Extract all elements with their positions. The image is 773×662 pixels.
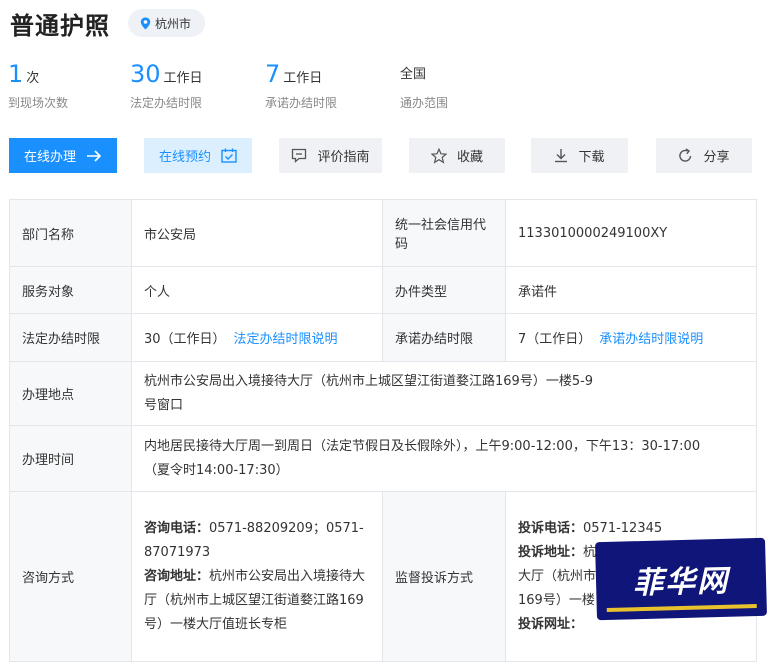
stat-promise-limit-unit: 工作日 <box>283 71 323 86</box>
case-type-value: 承诺件 <box>505 266 757 314</box>
download-button[interactable]: 下载 <box>531 138 628 173</box>
share-icon <box>679 148 692 162</box>
stat-visits-label: 到现场次数 <box>8 96 69 110</box>
rating-guide-button[interactable]: 评价指南 <box>279 138 382 173</box>
stat-promise-limit: 7 工作日 承诺办结时限 <box>265 60 337 111</box>
comment-icon <box>292 148 307 163</box>
page-title: 普通护照 <box>10 11 110 40</box>
table-row: 部门名称 市公安局 统一社会信用代码 1133010000249100XY <box>9 199 757 267</box>
table-row: 办理地点 杭州市公安局出入境接待大厅（杭州市上城区望江街道婺江路169号）一楼5… <box>9 361 757 426</box>
table-row: 办理时间 内地居民接待大厅周一到周日（法定节假日及长假除外），上午9:00-12… <box>9 425 757 492</box>
address-label: 办理地点 <box>9 361 132 426</box>
consult-phone-label: 咨询电话： <box>144 520 210 536</box>
promise-limit-label: 承诺办结时限 <box>382 313 506 362</box>
location-pin-icon <box>140 17 151 29</box>
stat-legal-limit-label: 法定办结时限 <box>130 96 203 110</box>
complaint-address-line3: 169号）一楼 <box>518 592 595 608</box>
complaint-address-value: 杭 <box>583 544 597 560</box>
address-value: 杭州市公安局出入境接待大厅（杭州市上城区望江街道婺江路169号）一楼5-9号窗口 <box>131 361 757 426</box>
stat-visits-value: 1 <box>8 60 24 88</box>
complaint-address-label: 投诉地址： <box>518 544 584 560</box>
stat-legal-limit: 30 工作日 法定办结时限 <box>130 60 203 111</box>
stats-row: 1 次 到现场次数 30 工作日 法定办结时限 7 工作日 承诺办结时限 全国 … <box>8 60 768 120</box>
legal-limit-cell: 30（工作日） 法定办结时限说明 <box>131 313 383 362</box>
table-row: 服务对象 个人 办件类型 承诺件 <box>9 266 757 314</box>
dept-value: 市公安局 <box>131 199 383 267</box>
calendar-check-icon <box>221 148 237 163</box>
consult-cell: 咨询电话：0571-88209209；0571-87071973 咨询地址：杭州… <box>131 491 383 662</box>
title-row: 普通护照 杭州市 <box>10 6 206 40</box>
table-row: 法定办结时限 30（工作日） 法定办结时限说明 承诺办结时限 7（工作日） 承诺办结… <box>9 313 757 362</box>
online-apply-label: 在线办理 <box>23 150 76 165</box>
rating-guide-label: 评价指南 <box>317 150 370 165</box>
watermark-logo: 菲华网 <box>595 537 767 621</box>
promise-limit-value: 7（工作日） <box>518 332 592 347</box>
promise-limit-link[interactable]: 承诺办结时限说明 <box>599 332 703 347</box>
hours-value: 内地居民接待大厅周一到周日（法定节假日及长假除外），上午9:00-12:00，下… <box>131 425 757 492</box>
complaint-phone-label: 投诉电话： <box>518 520 584 536</box>
stat-promise-limit-label: 承诺办结时限 <box>265 96 338 110</box>
share-button[interactable]: 分享 <box>656 138 752 173</box>
hours-label: 办理时间 <box>9 425 132 492</box>
dept-label: 部门名称 <box>9 199 132 267</box>
stat-promise-limit-value: 7 <box>265 60 281 88</box>
stat-visits-unit: 次 <box>26 71 40 86</box>
favorite-button[interactable]: 收藏 <box>409 138 505 173</box>
online-booking-label: 在线预约 <box>158 150 211 165</box>
consult-label: 咨询方式 <box>9 491 132 662</box>
stat-legal-limit-value: 30 <box>130 60 161 88</box>
complaint-label: 监督投诉方式 <box>382 491 506 662</box>
consult-address-label: 咨询地址： <box>144 568 210 584</box>
download-icon <box>555 149 568 163</box>
case-type-label: 办件类型 <box>382 266 506 314</box>
watermark-text: 菲华网 <box>632 563 730 602</box>
promise-limit-cell: 7（工作日） 承诺办结时限说明 <box>505 313 757 362</box>
legal-limit-link[interactable]: 法定办结时限说明 <box>234 332 338 347</box>
star-icon <box>430 147 447 164</box>
location-label: 杭州市 <box>155 16 192 31</box>
stat-scope-label: 通办范围 <box>400 96 449 110</box>
share-label: 分享 <box>703 150 730 165</box>
download-label: 下载 <box>578 150 605 165</box>
watermark-stripe <box>606 604 757 612</box>
stat-legal-limit-unit: 工作日 <box>163 71 203 86</box>
credit-code-label: 统一社会信用代码 <box>382 199 506 267</box>
complaint-web-label: 投诉网址： <box>518 616 584 632</box>
location-badge[interactable]: 杭州市 <box>128 9 206 37</box>
service-target-value: 个人 <box>131 266 383 314</box>
complaint-address-line2: 大厅（杭州市 <box>518 568 597 584</box>
online-apply-button[interactable]: 在线办理 <box>9 138 117 173</box>
online-booking-button[interactable]: 在线预约 <box>144 138 252 173</box>
legal-limit-value: 30（工作日） <box>144 332 226 347</box>
favorite-label: 收藏 <box>456 150 483 165</box>
service-target-label: 服务对象 <box>9 266 132 314</box>
complaint-phone-value: 0571-12345 <box>583 520 663 536</box>
stat-scope-value: 全国 <box>400 67 427 82</box>
stat-scope: 全国 通办范围 <box>400 60 448 111</box>
arrow-right-icon <box>87 149 102 162</box>
credit-code-value: 1133010000249100XY <box>505 199 757 267</box>
stat-visits: 1 次 到现场次数 <box>8 60 68 111</box>
legal-limit-label: 法定办结时限 <box>9 313 132 362</box>
